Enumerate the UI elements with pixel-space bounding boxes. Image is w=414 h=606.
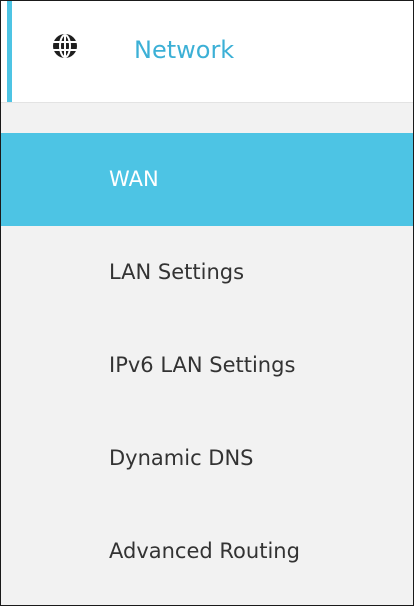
menu-item-label: LAN Settings	[109, 260, 245, 284]
page-title: Network	[134, 36, 235, 64]
menu-item-dynamic-dns[interactable]: Dynamic DNS	[1, 412, 413, 505]
network-menu-header[interactable]: Network	[1, 1, 413, 103]
menu-item-ipv6-lan-settings[interactable]: IPv6 LAN Settings	[1, 319, 413, 412]
network-submenu: WAN LAN Settings IPv6 LAN Settings Dynam…	[1, 133, 413, 598]
menu-item-label: IPv6 LAN Settings	[109, 353, 296, 377]
menu-item-label: Dynamic DNS	[109, 446, 254, 470]
header-accent-bar	[7, 1, 12, 102]
menu-item-label: WAN	[109, 167, 159, 191]
menu-item-advanced-routing[interactable]: Advanced Routing	[1, 505, 413, 598]
menu-item-label: Advanced Routing	[109, 539, 300, 563]
network-menu-panel: Network WAN LAN Settings IPv6 LAN Settin…	[0, 0, 414, 606]
menu-item-lan-settings[interactable]: LAN Settings	[1, 226, 413, 319]
globe-icon	[52, 33, 78, 59]
menu-item-wan[interactable]: WAN	[1, 133, 413, 226]
